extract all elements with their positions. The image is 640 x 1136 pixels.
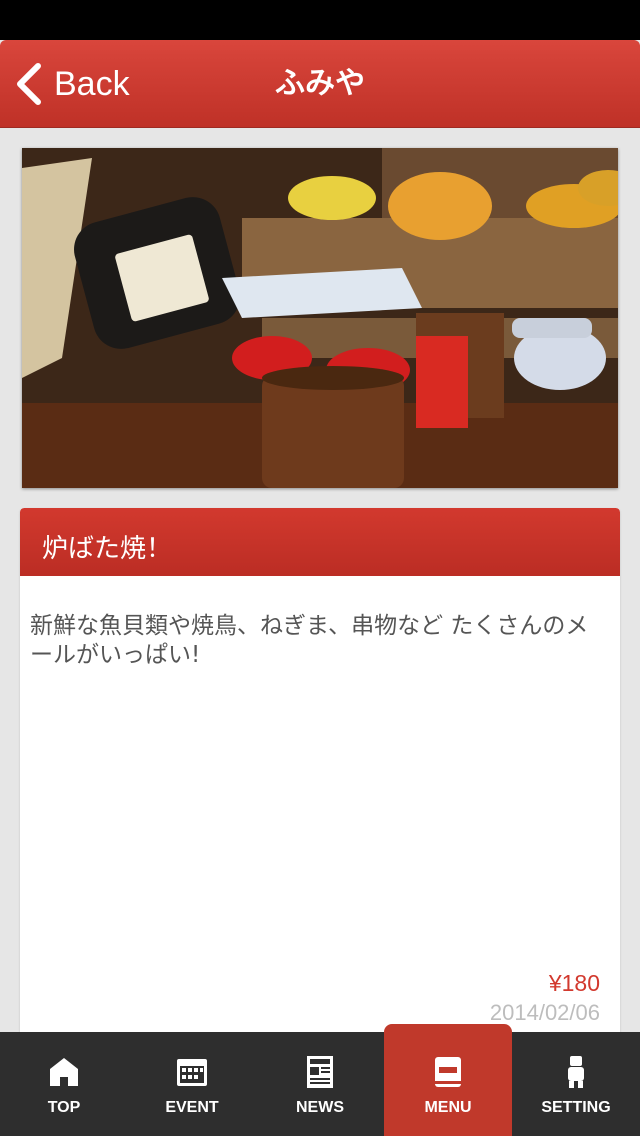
navigation-bar: Back ふみや (0, 40, 640, 128)
tab-setting[interactable]: SETTING (512, 1032, 640, 1136)
menu-book-icon (435, 1057, 461, 1087)
tab-news-label: NEWS (296, 1099, 344, 1116)
food-photo-illustration (22, 148, 618, 488)
menu-item-date: 2014/02/06 (489, 1000, 600, 1025)
menu-item-header: 炉ばた焼！ (20, 508, 620, 576)
menu-item-price: ¥180 (548, 970, 600, 996)
tab-setting-label: SETTING (541, 1099, 611, 1116)
newspaper-icon (307, 1056, 333, 1088)
tab-news[interactable]: NEWS (256, 1032, 384, 1136)
tab-event[interactable]: EVENT (128, 1032, 256, 1136)
tab-menu[interactable]: MENU (384, 1024, 512, 1136)
person-icon (568, 1056, 584, 1088)
tab-top[interactable]: TOP (0, 1032, 128, 1136)
menu-item-description: 新鮮な魚貝類や焼鳥、ねぎま、串物など たくさんのメールがいっぱい! (30, 613, 589, 668)
back-label: Back (54, 64, 130, 103)
menu-item-title: 炉ばた焼！ (42, 534, 173, 564)
calendar-icon (177, 1059, 207, 1086)
tab-top-label: TOP (47, 1099, 81, 1116)
tab-event-label: EVENT (165, 1099, 219, 1116)
chevron-left-icon (17, 63, 41, 105)
hero-photo (22, 148, 618, 488)
back-button[interactable]: Back (14, 62, 130, 106)
home-icon (50, 1058, 78, 1086)
status-bar (0, 0, 640, 40)
menu-item-card: 炉ばた焼！ 新鮮な魚貝類や焼鳥、ねぎま、串物など たくさんのメールがいっぱい! … (20, 508, 620, 1038)
bottom-tab-bar: TOP EVENT NEWS MENU SETTING (0, 1024, 640, 1136)
page-title: ふみや (275, 66, 365, 101)
tab-menu-label: MENU (424, 1099, 472, 1116)
